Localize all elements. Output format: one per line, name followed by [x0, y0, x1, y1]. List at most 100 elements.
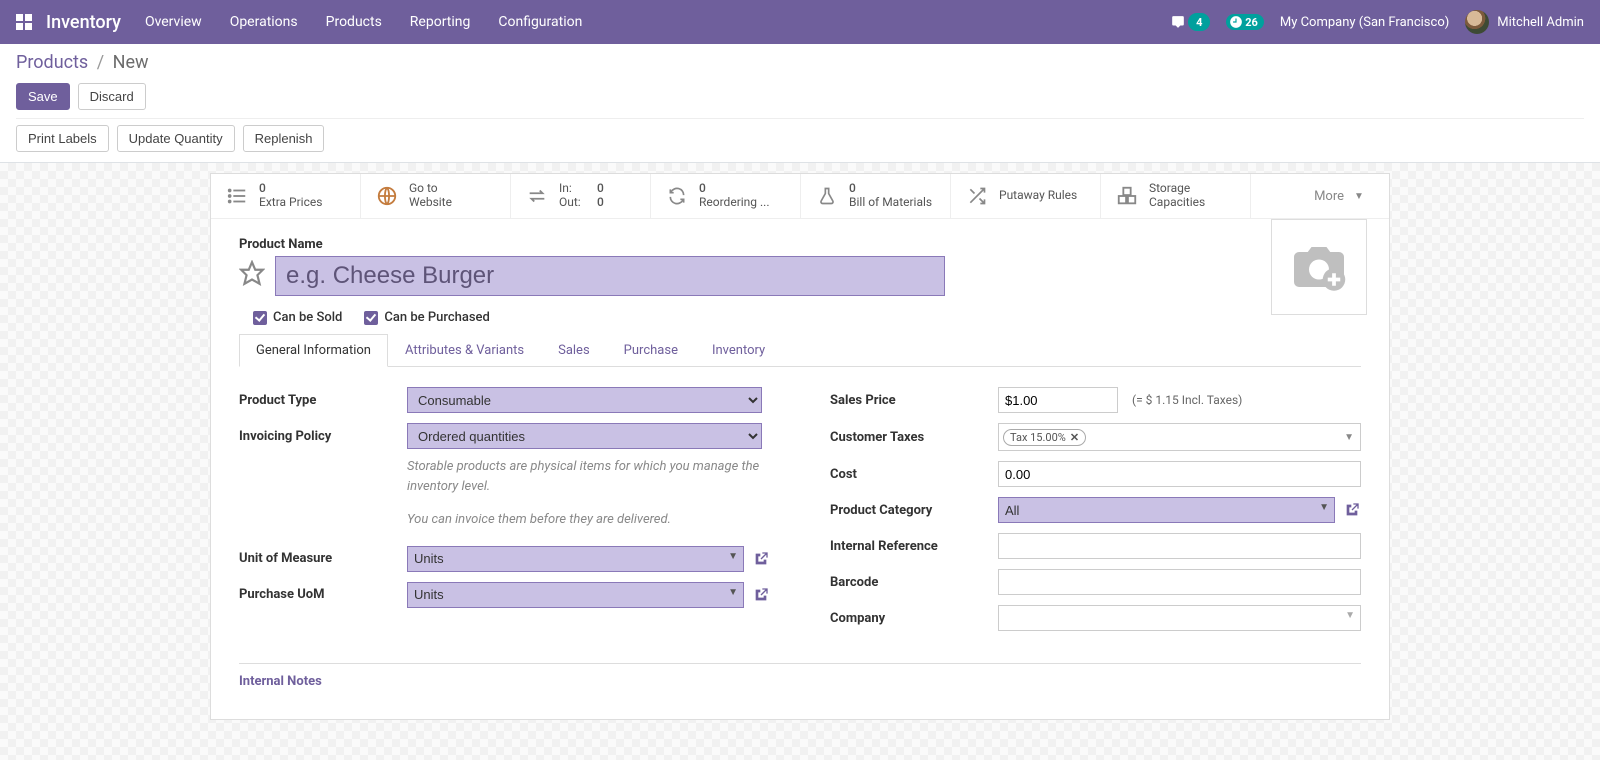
breadcrumb-products[interactable]: Products	[16, 52, 88, 73]
menu-overview[interactable]: Overview	[145, 14, 202, 30]
can-be-sold-label: Can be Sold	[273, 310, 342, 325]
menu-operations[interactable]: Operations	[230, 14, 298, 30]
stat-putaway[interactable]: Putaway Rules	[951, 174, 1101, 218]
stat-bom-label: Bill of Materials	[849, 196, 932, 210]
tab-sales[interactable]: Sales	[541, 334, 607, 367]
user-menu[interactable]: Mitchell Admin	[1465, 10, 1584, 34]
stat-in-value: 0	[597, 182, 604, 196]
uom-external-link[interactable]	[752, 550, 770, 568]
invoicing-policy-select[interactable]: Ordered quantities	[407, 423, 762, 449]
product-type-select[interactable]: Consumable	[407, 387, 762, 413]
list-icon	[225, 184, 249, 208]
stat-in-out[interactable]: In:0 Out:0	[511, 174, 651, 218]
product-category-select[interactable]	[998, 497, 1335, 523]
breadcrumb-sep: /	[97, 52, 104, 73]
discard-button[interactable]: Discard	[78, 83, 146, 110]
top-nav: Inventory Overview Operations Products R…	[0, 0, 1600, 44]
barcode-input[interactable]	[998, 569, 1361, 595]
customer-taxes-input[interactable]: Tax 15.00% ✕ ▼	[998, 423, 1361, 451]
favorite-star[interactable]	[239, 260, 265, 286]
menu-products[interactable]: Products	[326, 14, 382, 30]
cost-label: Cost	[830, 467, 990, 482]
stat-bar: 0Extra Prices Go toWebsite In:0 Out:0	[211, 174, 1389, 219]
product-image-upload[interactable]	[1271, 219, 1367, 315]
menu-reporting[interactable]: Reporting	[410, 14, 471, 30]
tab-inventory[interactable]: Inventory	[695, 334, 782, 367]
control-panel: Products / New Save Discard Print Labels…	[0, 44, 1600, 163]
internal-notes-header: Internal Notes	[211, 670, 1389, 719]
messages-badge: 4	[1188, 13, 1210, 31]
nav-menu: Overview Operations Products Reporting C…	[145, 14, 582, 30]
purchase-uom-label: Purchase UoM	[239, 587, 399, 602]
invoicing-policy-label: Invoicing Policy	[239, 429, 399, 444]
sales-price-incl-taxes: (= $ 1.15 Incl. Taxes)	[1132, 393, 1361, 407]
form-sheet: 0Extra Prices Go toWebsite In:0 Out:0	[210, 173, 1390, 720]
stat-storage-l2: Capacities	[1149, 196, 1205, 210]
internal-reference-input[interactable]	[998, 533, 1361, 559]
stat-extra-prices-value: 0	[259, 182, 322, 196]
clock-icon	[1229, 15, 1243, 29]
messages-indicator[interactable]: 4	[1170, 13, 1210, 31]
uom-select[interactable]	[407, 546, 744, 572]
activities-badge: 26	[1245, 16, 1258, 29]
company-select[interactable]	[998, 605, 1361, 631]
app-brand[interactable]: Inventory	[46, 12, 121, 33]
company-label: Company	[830, 611, 990, 626]
can-be-sold-checkbox[interactable]: Can be Sold	[253, 310, 342, 325]
sheet-background: 0Extra Prices Go toWebsite In:0 Out:0	[0, 163, 1600, 760]
sales-price-input[interactable]	[998, 387, 1118, 413]
product-name-input[interactable]	[275, 256, 945, 296]
stat-bom[interactable]: 0Bill of Materials	[801, 174, 951, 218]
barcode-label: Barcode	[830, 575, 990, 590]
tab-general-information[interactable]: General Information	[239, 334, 388, 367]
print-labels-button[interactable]: Print Labels	[16, 125, 109, 152]
stat-more[interactable]: More ▼	[1289, 174, 1389, 218]
flask-icon	[815, 184, 839, 208]
stat-more-label: More	[1314, 189, 1344, 204]
tab-attributes-variants[interactable]: Attributes & Variants	[388, 334, 541, 367]
tax-tag-remove[interactable]: ✕	[1070, 431, 1079, 444]
menu-configuration[interactable]: Configuration	[498, 14, 582, 30]
purchase-uom-select[interactable]	[407, 582, 744, 608]
breadcrumb-current: New	[113, 52, 149, 73]
tab-purchase[interactable]: Purchase	[607, 334, 695, 367]
tax-tag-label: Tax 15.00%	[1010, 431, 1066, 444]
product-category-external-link[interactable]	[1343, 501, 1361, 519]
stat-storage-l1: Storage	[1149, 182, 1205, 196]
stat-website[interactable]: Go toWebsite	[361, 174, 511, 218]
shuffle-icon	[965, 184, 989, 208]
stat-putaway-label: Putaway Rules	[999, 189, 1077, 203]
breadcrumb: Products / New	[16, 52, 1584, 73]
chevron-down-icon: ▼	[1354, 191, 1364, 202]
stat-bom-value: 0	[849, 182, 932, 196]
user-name: Mitchell Admin	[1497, 15, 1584, 30]
stat-extra-prices-label: Extra Prices	[259, 196, 322, 210]
stat-storage[interactable]: StorageCapacities	[1101, 174, 1251, 218]
uom-label: Unit of Measure	[239, 551, 399, 566]
purchase-uom-external-link[interactable]	[752, 586, 770, 604]
apps-icon[interactable]	[16, 14, 32, 30]
stat-website-l1: Go to	[409, 182, 452, 196]
product-category-label: Product Category	[830, 503, 990, 518]
customer-taxes-label: Customer Taxes	[830, 430, 990, 445]
external-link-icon	[1344, 502, 1360, 518]
replenish-button[interactable]: Replenish	[243, 125, 325, 152]
product-name-label: Product Name	[239, 237, 1361, 252]
boxes-icon	[1115, 184, 1139, 208]
company-switcher[interactable]: My Company (San Francisco)	[1280, 15, 1449, 30]
stat-website-l2: Website	[409, 196, 452, 210]
stat-out-label: Out:	[559, 196, 587, 210]
checkbox-checked-icon	[253, 311, 267, 325]
refresh-icon	[665, 184, 689, 208]
stat-reordering[interactable]: 0Reordering ...	[651, 174, 801, 218]
chevron-down-icon: ▼	[1344, 432, 1354, 443]
stat-reorder-label: Reordering ...	[699, 196, 770, 210]
cost-input[interactable]	[998, 461, 1361, 487]
activities-indicator[interactable]: 26	[1226, 14, 1264, 30]
can-be-purchased-checkbox[interactable]: Can be Purchased	[364, 310, 489, 325]
product-type-label: Product Type	[239, 393, 399, 408]
update-quantity-button[interactable]: Update Quantity	[117, 125, 235, 152]
tabs: General Information Attributes & Variant…	[239, 333, 1361, 367]
save-button[interactable]: Save	[16, 83, 70, 110]
stat-extra-prices[interactable]: 0Extra Prices	[211, 174, 361, 218]
